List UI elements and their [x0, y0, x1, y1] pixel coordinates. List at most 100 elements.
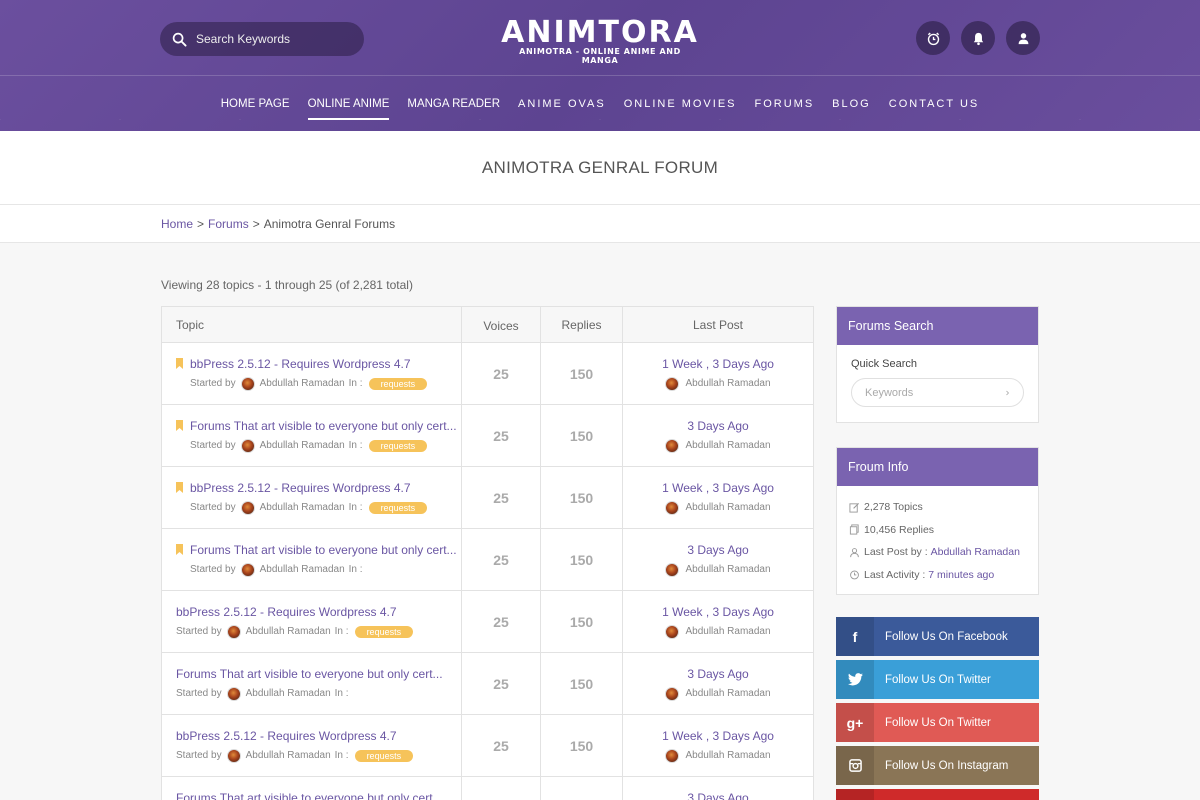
table-row[interactable]: Forums That art visible to everyone but … — [162, 653, 813, 715]
table-row[interactable]: bbPress 2.5.12 - Requires Wordpress 4.7 … — [162, 343, 813, 405]
topic-author[interactable]: Abdullah Ramadan — [246, 750, 331, 761]
breadcrumb-forums[interactable]: Forums — [208, 217, 249, 231]
search-input[interactable] — [196, 32, 346, 46]
notifications-button[interactable] — [961, 21, 995, 55]
topic-title[interactable]: bbPress 2.5.12 - Requires Wordpress 4.7 — [176, 605, 397, 619]
avatar[interactable] — [240, 562, 255, 577]
last-post-author[interactable]: Abdullah Ramadan — [685, 688, 770, 699]
topic-tag[interactable]: requests — [354, 749, 414, 762]
avatar[interactable] — [665, 686, 680, 701]
topic-tag[interactable]: requests — [368, 439, 428, 452]
topic-title[interactable]: Forums That art visible to everyone but … — [176, 791, 443, 800]
table-row[interactable]: Forums That art visible to everyone but … — [162, 777, 813, 800]
table-row[interactable]: bbPress 2.5.12 - Requires Wordpress 4.7 … — [162, 715, 813, 777]
last-post-author[interactable]: Abdullah Ramadan — [685, 440, 770, 451]
topic-title[interactable]: bbPress 2.5.12 - Requires Wordpress 4.7 — [190, 481, 411, 495]
avatar[interactable] — [665, 376, 680, 391]
nav-blog[interactable]: BLOG — [832, 94, 871, 114]
site-logo[interactable]: ANIMTORA ANIMOTRA - ONLINE ANIME AND MAN… — [500, 17, 700, 66]
topic-title[interactable]: Forums That art visible to everyone but … — [190, 543, 457, 557]
voices-count: 25 — [493, 489, 509, 506]
nav-contact-us[interactable]: CONTACT US — [889, 94, 980, 114]
follow-google-plus-label: Follow Us On Twitter — [885, 716, 991, 729]
topic-author[interactable]: Abdullah Ramadan — [246, 688, 331, 699]
follow-facebook-button[interactable]: f Follow Us On Facebook — [836, 617, 1039, 656]
topic-author[interactable]: Abdullah Ramadan — [260, 378, 345, 389]
last-post-time[interactable]: 1 Week , 3 Days Ago — [662, 729, 774, 743]
topic-author[interactable]: Abdullah Ramadan — [260, 564, 345, 575]
header-search[interactable] — [160, 22, 364, 56]
last-post-cell: 3 Days Ago Abdullah Ramadan — [623, 529, 813, 590]
last-post-author-line: Abdullah Ramadan — [665, 624, 771, 639]
nav-home-page[interactable]: HOME PAGE — [221, 94, 290, 114]
info-last-activity-label: Last Activity : — [864, 568, 926, 581]
nav-manga-reader[interactable]: MANGA READER — [407, 94, 500, 114]
last-post-time[interactable]: 1 Week , 3 Days Ago — [662, 605, 774, 619]
in-label: In : — [334, 688, 349, 699]
avatar[interactable] — [665, 500, 680, 515]
nav-online-movies[interactable]: ONLINE MOVIES — [624, 94, 737, 114]
avatar[interactable] — [240, 500, 255, 515]
voices-cell: 25 — [462, 653, 541, 714]
keywords-search-box[interactable] — [851, 378, 1024, 407]
follow-youtube-button[interactable] — [836, 789, 1039, 800]
last-post-time[interactable]: 1 Week , 3 Days Ago — [662, 357, 774, 371]
avatar[interactable] — [226, 686, 241, 701]
topic-title[interactable]: Forums That art visible to everyone but … — [176, 667, 443, 681]
info-last-activity-value[interactable]: 7 minutes ago — [928, 569, 994, 581]
follow-twitter-button[interactable]: Follow Us On Twitter — [836, 660, 1039, 699]
last-post-time[interactable]: 3 Days Ago — [687, 791, 748, 800]
follow-instagram-button[interactable]: Follow Us On Instagram — [836, 746, 1039, 785]
replies-count: 150 — [569, 365, 594, 382]
table-row[interactable]: Forums That art visible to everyone but … — [162, 529, 813, 591]
google-plus-icon: g+ — [836, 703, 874, 742]
last-post-cell: 1 Week , 3 Days Ago Abdullah Ramadan — [623, 343, 813, 404]
in-label: In : — [334, 750, 349, 761]
avatar[interactable] — [665, 624, 680, 639]
avatar[interactable] — [665, 748, 680, 763]
topic-title[interactable]: bbPress 2.5.12 - Requires Wordpress 4.7 — [176, 729, 397, 743]
voices-cell: 25 — [462, 777, 541, 800]
voices-count: 25 — [493, 427, 509, 444]
table-row[interactable]: Forums That art visible to everyone but … — [162, 405, 813, 467]
last-post-time[interactable]: 3 Days Ago — [687, 419, 748, 433]
avatar[interactable] — [226, 748, 241, 763]
last-post-time[interactable]: 3 Days Ago — [687, 667, 748, 681]
avatar[interactable] — [226, 624, 241, 639]
table-row[interactable]: bbPress 2.5.12 - Requires Wordpress 4.7 … — [162, 467, 813, 529]
nav-forums[interactable]: FORUMS — [755, 94, 815, 114]
last-post-time[interactable]: 3 Days Ago — [687, 543, 748, 557]
topic-tag[interactable]: requests — [368, 501, 428, 514]
account-button[interactable] — [1006, 21, 1040, 55]
avatar[interactable] — [240, 376, 255, 391]
last-post-author-line: Abdullah Ramadan — [665, 562, 771, 577]
last-post-author[interactable]: Abdullah Ramadan — [685, 502, 770, 513]
info-last-post-user[interactable]: Abdullah Ramadan — [931, 546, 1020, 558]
avatar[interactable] — [665, 438, 680, 453]
last-post-author[interactable]: Abdullah Ramadan — [685, 750, 770, 761]
topic-tag[interactable]: requests — [368, 377, 428, 390]
topic-author[interactable]: Abdullah Ramadan — [260, 440, 345, 451]
topic-tag[interactable]: requests — [354, 625, 414, 638]
alarm-button[interactable] — [916, 21, 950, 55]
topic-author[interactable]: Abdullah Ramadan — [246, 626, 331, 637]
last-post-author[interactable]: Abdullah Ramadan — [685, 626, 770, 637]
last-post-time[interactable]: 1 Week , 3 Days Ago — [662, 481, 774, 495]
topic-title[interactable]: Forums That art visible to everyone but … — [190, 419, 457, 433]
nav-online-anime[interactable]: ONLINE ANIME — [307, 94, 389, 120]
topic-title[interactable]: bbPress 2.5.12 - Requires Wordpress 4.7 — [190, 357, 411, 371]
follow-google-plus-button[interactable]: g+ Follow Us On Twitter — [836, 703, 1039, 742]
last-post-author[interactable]: Abdullah Ramadan — [685, 564, 770, 575]
avatar[interactable] — [240, 438, 255, 453]
breadcrumb-home[interactable]: Home — [161, 217, 193, 231]
chevron-right-icon[interactable] — [1005, 389, 1010, 397]
nav-anime-ovas[interactable]: ANIME OVAS — [518, 94, 606, 114]
keywords-input[interactable] — [865, 386, 1005, 399]
topic-cell: Forums That art visible to everyone but … — [162, 529, 462, 590]
topic-author[interactable]: Abdullah Ramadan — [260, 502, 345, 513]
avatar[interactable] — [665, 562, 680, 577]
topic-cell: bbPress 2.5.12 - Requires Wordpress 4.7 … — [162, 715, 462, 776]
table-row[interactable]: bbPress 2.5.12 - Requires Wordpress 4.7 … — [162, 591, 813, 653]
last-post-author[interactable]: Abdullah Ramadan — [685, 378, 770, 389]
main-nav: HOME PAGE ONLINE ANIME MANGA READER ANIM… — [0, 76, 1200, 131]
